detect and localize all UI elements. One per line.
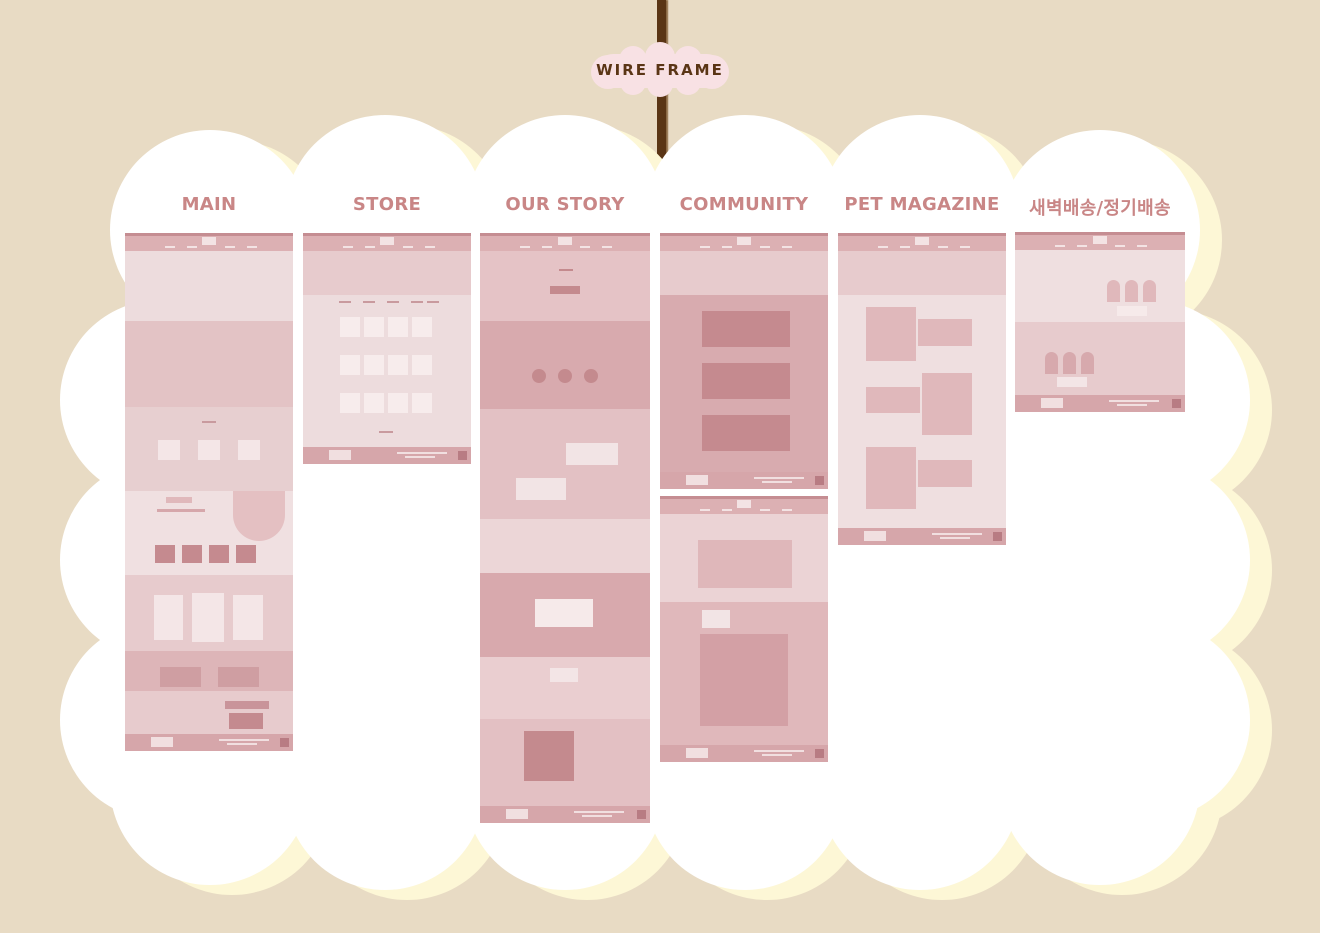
wf-footer — [303, 447, 471, 464]
wf-header — [303, 233, 471, 251]
wf-header — [660, 233, 828, 251]
title-community: COMMUNITY — [679, 194, 809, 215]
wireframe-our-story — [480, 233, 650, 823]
wf-header — [1015, 232, 1185, 250]
wireframe-pet-magazine — [838, 233, 1006, 545]
title-main: MAIN — [181, 194, 237, 215]
title-pet-magazine: PET MAGAZINE — [844, 194, 1000, 215]
wf-footer — [480, 806, 650, 823]
wf-footer — [1015, 395, 1185, 412]
title-delivery: 새벽배송/정기배송 — [1029, 198, 1171, 219]
title-store: STORE — [352, 194, 422, 215]
wire-frame-label: WIRE FRAME — [596, 61, 724, 79]
wireframe-main — [125, 233, 293, 751]
wf-footer — [125, 734, 293, 751]
wf-header — [125, 233, 293, 251]
wf-header — [838, 233, 1006, 251]
wf-header — [480, 233, 650, 251]
wf-footer — [660, 745, 828, 762]
wf-header — [660, 496, 828, 514]
wireframe-community-list — [660, 233, 828, 489]
wf-footer — [660, 472, 828, 489]
title-our-story: OUR STORY — [505, 194, 625, 215]
wireframe-store — [303, 233, 471, 464]
wf-footer — [838, 528, 1006, 545]
wireframe-delivery — [1015, 232, 1185, 412]
wireframe-community-detail — [660, 496, 828, 762]
